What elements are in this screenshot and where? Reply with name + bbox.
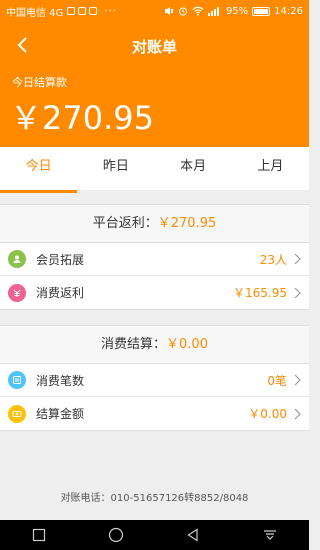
clock: 14:26 <box>274 5 303 17</box>
consumption-settlement-value: ￥0.00 <box>166 337 208 352</box>
consumption-settlement-section: 消费结算：￥0.00 消费笔数 0笔 结算金额 ￥0.00 <box>0 325 309 431</box>
alarm-icon <box>178 7 187 16</box>
chevron-right-icon <box>294 374 301 386</box>
transaction-count-label: 消费笔数 <box>36 373 85 388</box>
tab-this-month[interactable]: 本月 <box>155 147 232 190</box>
platform-rebate-label: 平台返利： <box>92 216 158 231</box>
more-notifications-icon: ··· <box>104 5 117 17</box>
transaction-count-value: 0笔 <box>267 373 287 388</box>
amount-icon <box>8 404 26 423</box>
consumption-rebate-value: ￥165.95 <box>233 286 287 300</box>
notification-icons: ··· <box>67 6 117 17</box>
consumption-rebate-label: 消费返利 <box>36 286 85 300</box>
platform-rebate-section: 平台返利：￥270.95 会员拓展 23人 消费返利 ￥165.95 <box>0 204 309 310</box>
tab-yesterday[interactable]: 昨日 <box>77 147 154 190</box>
today-settlement-label: 今日结算款 <box>12 76 67 89</box>
signal-icon <box>207 7 219 16</box>
member-expansion-label: 会员拓展 <box>36 252 85 267</box>
status-bar: 中国电信 4G ··· 95% 14:26 <box>0 0 309 22</box>
battery-percent: 95% <box>225 5 249 17</box>
hide-keyboard-button[interactable] <box>256 521 284 549</box>
chevron-right-icon <box>294 287 301 298</box>
member-expansion-value: 23人 <box>259 252 287 267</box>
consumption-rebate-row[interactable]: 消费返利 ￥165.95 <box>0 276 309 309</box>
carrier-label: 中国电信 4G <box>6 7 64 19</box>
member-expansion-row[interactable]: 会员拓展 23人 <box>0 243 309 276</box>
notification-icon <box>67 7 76 15</box>
chevron-right-icon <box>294 253 301 265</box>
platform-rebate-header: 平台返利：￥270.95 <box>0 205 309 243</box>
battery-icon <box>252 6 271 16</box>
home-button[interactable] <box>102 521 130 549</box>
notification-icon <box>78 7 87 15</box>
settlement-amount-row[interactable]: 结算金额 ￥0.00 <box>0 397 309 430</box>
count-icon <box>8 371 26 389</box>
transaction-count-row[interactable]: 消费笔数 0笔 <box>0 364 309 397</box>
today-settlement-amount: ￥270.95 <box>10 99 154 137</box>
summary-header: 对账单 今日结算款 ￥270.95 <box>0 22 309 147</box>
chevron-right-icon <box>294 408 301 419</box>
rebate-icon <box>8 283 26 302</box>
wifi-icon <box>192 6 204 16</box>
tab-last-month[interactable]: 上月 <box>232 147 309 190</box>
mute-icon <box>164 7 174 15</box>
member-icon <box>8 250 26 268</box>
tab-today[interactable]: 今日 <box>0 147 78 193</box>
consumption-settlement-label: 消费结算： <box>101 337 167 352</box>
platform-rebate-value: ￥270.95 <box>157 216 217 231</box>
back-button[interactable] <box>179 521 207 549</box>
reconciliation-phone: 对账电话：010-51657126转8852/8048 <box>60 493 249 504</box>
settlement-amount-label: 结算金额 <box>36 407 85 421</box>
recent-apps-button[interactable] <box>25 521 53 549</box>
system-nav-bar <box>0 520 309 550</box>
period-tabs: 今日 昨日 本月 上月 <box>0 147 309 193</box>
consumption-settlement-header: 消费结算：￥0.00 <box>0 326 309 364</box>
notification-icon <box>89 7 98 15</box>
settlement-amount-value: ￥0.00 <box>248 407 287 421</box>
page-title: 对账单 <box>131 38 177 56</box>
